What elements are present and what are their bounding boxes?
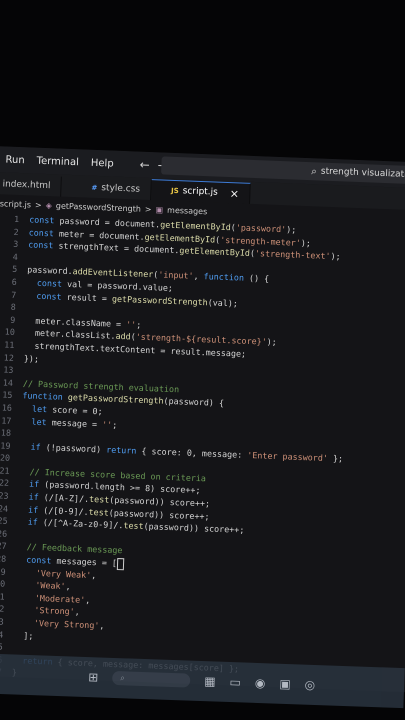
- line-number: 31: [0, 591, 5, 602]
- file-explorer-icon[interactable]: ▭: [229, 675, 241, 689]
- breadcrumb-separator: >: [34, 200, 42, 210]
- line-number: 14: [2, 377, 14, 388]
- text-cursor: [116, 557, 125, 570]
- line-number: 10: [4, 326, 16, 338]
- tab-label: index.html: [2, 179, 51, 192]
- line-number: 35: [0, 641, 3, 652]
- line-number: 29: [0, 566, 6, 577]
- menu-terminal[interactable]: Terminal: [36, 155, 79, 168]
- line-number: 1: [13, 213, 20, 225]
- line-number: 27: [0, 540, 7, 552]
- line-number: 16: [1, 402, 13, 413]
- line-number: 17: [1, 414, 12, 426]
- line-number: 4: [12, 251, 18, 262]
- line-number: 7: [11, 289, 17, 300]
- line-number: 9: [10, 314, 16, 325]
- line-number: 21: [0, 465, 10, 476]
- edge-icon[interactable]: ◉: [255, 676, 266, 690]
- line-number: 26: [0, 528, 8, 539]
- tab-label: style.css: [101, 183, 141, 195]
- tab-label: script.js: [182, 186, 219, 198]
- tab-style-css[interactable]: # style.css: [61, 176, 152, 201]
- editor-window: Run Terminal Help ← → ⌕ strength visuali…: [0, 146, 405, 693]
- function-icon: ◈: [45, 200, 53, 210]
- back-arrow-icon[interactable]: ←: [139, 158, 150, 172]
- line-text: });: [23, 352, 40, 364]
- line-number: 33: [0, 616, 4, 627]
- taskbar-search-icon[interactable]: ⌕: [112, 670, 191, 688]
- close-icon[interactable]: ×: [230, 187, 240, 200]
- line-number: 15: [2, 389, 13, 401]
- widgets-icon[interactable]: ▦: [204, 674, 216, 688]
- css-file-icon: #: [91, 183, 98, 192]
- line-number: 22: [0, 477, 10, 489]
- line-number: 20: [0, 452, 11, 464]
- line-number: 28: [0, 553, 7, 564]
- line-number: 23: [0, 490, 9, 501]
- windows-icon[interactable]: ⊞: [88, 670, 99, 684]
- line-number: 24: [0, 503, 9, 514]
- search-icon: ⌕: [311, 165, 318, 177]
- tab-script-js[interactable]: JS script.js ×: [150, 179, 251, 204]
- line-number: 3: [13, 239, 19, 250]
- line-number: 32: [0, 603, 5, 615]
- line-number: 18: [0, 427, 12, 438]
- menu-help[interactable]: Help: [91, 157, 114, 169]
- breadcrumb-symbol[interactable]: messages: [167, 205, 207, 216]
- search-text: strength visualization: [320, 166, 405, 181]
- chrome-icon[interactable]: ◎: [304, 678, 315, 692]
- line-number: 5: [12, 264, 18, 275]
- line-number: 19: [0, 440, 11, 451]
- js-file-icon: JS: [170, 186, 179, 196]
- tab-index-html[interactable]: index.html: [0, 173, 62, 197]
- breadcrumb-file[interactable]: script.js: [0, 199, 31, 209]
- line-number: 25: [0, 515, 8, 527]
- line-number: 2: [13, 226, 19, 237]
- line-number: 11: [4, 339, 15, 350]
- breadcrumb-separator: >: [144, 204, 152, 214]
- line-number: 8: [10, 301, 17, 313]
- line-number: 30: [0, 578, 6, 589]
- menu-run[interactable]: Run: [5, 154, 25, 166]
- breadcrumb-function[interactable]: getPasswordStrength: [56, 201, 141, 213]
- line-text: ];: [13, 629, 34, 641]
- line-number: 12: [3, 352, 15, 363]
- store-icon[interactable]: ▣: [279, 677, 291, 691]
- line-number: 13: [3, 364, 14, 376]
- line-number: 34: [0, 628, 4, 640]
- code-editor[interactable]: 1 const password = document.getElementByI…: [0, 212, 405, 693]
- line-number: 6: [11, 276, 17, 287]
- variable-icon: ▣: [155, 204, 164, 215]
